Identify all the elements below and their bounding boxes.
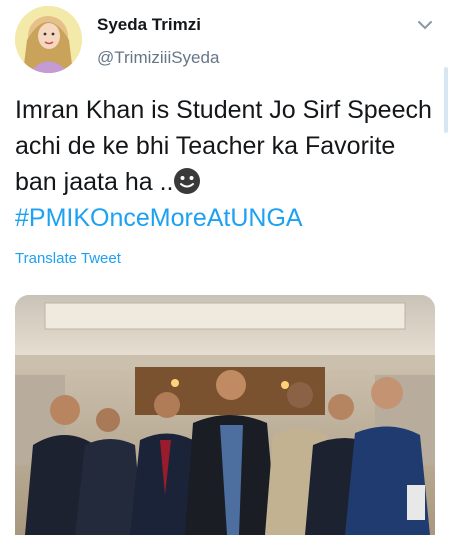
translate-tweet-link[interactable]: Translate Tweet (15, 250, 121, 267)
tweet-text-content: Imran Khan is Student Jo Sirf Speech ach… (15, 96, 432, 196)
tweet-photo[interactable] (15, 295, 435, 535)
tweet-text: Imran Khan is Student Jo Sirf Speech ach… (15, 92, 435, 236)
author-handle[interactable]: @TrimiziiiSyeda (97, 48, 219, 68)
hashtag-link[interactable]: #PMIKOnceMoreAtUNGA (15, 200, 435, 236)
tweet: Syeda Trimzi @TrimiziiiSyeda Imran Khan … (0, 0, 450, 535)
smiling-face-emoji-icon (173, 167, 201, 195)
chevron-down-icon[interactable] (414, 14, 436, 36)
scrollbar[interactable] (444, 67, 448, 133)
author-name[interactable]: Syeda Trimzi (97, 15, 201, 35)
avatar[interactable] (15, 6, 82, 73)
photo-image (15, 295, 435, 535)
avatar-illustration (15, 6, 82, 73)
